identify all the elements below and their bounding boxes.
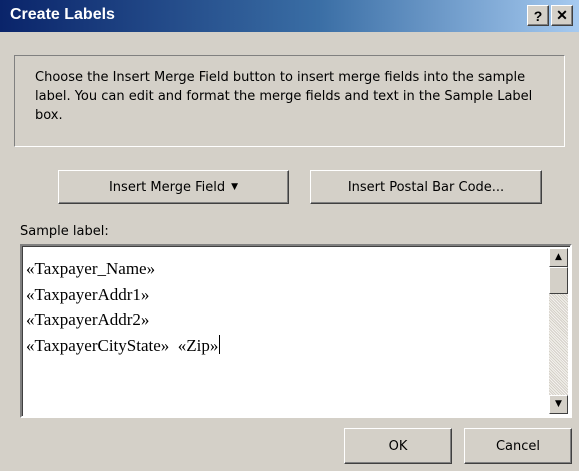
scroll-down-button[interactable]: ▼ xyxy=(549,395,568,414)
vertical-scrollbar[interactable]: ▲ ▼ xyxy=(549,248,568,414)
scroll-up-button[interactable]: ▲ xyxy=(549,248,568,267)
instructions-panel: Choose the Insert Merge Field button to … xyxy=(14,55,565,147)
help-icon: ? xyxy=(533,7,543,24)
sample-label-line: «Taxpayer_Name» xyxy=(26,259,156,278)
scroll-thumb[interactable] xyxy=(549,267,568,294)
window-title: Create Labels xyxy=(10,6,115,23)
sample-label-textbox[interactable]: «Taxpayer_Name» «TaxpayerAddr1» «Taxpaye… xyxy=(20,244,572,418)
insert-postal-bar-code-label: Insert Postal Bar Code... xyxy=(347,179,505,195)
sample-label-line: «TaxpayerAddr2» xyxy=(26,310,150,329)
insert-merge-field-button[interactable]: Insert Merge Field ▼ xyxy=(58,170,289,204)
title-bar[interactable]: Create Labels ? ✕ xyxy=(0,0,579,32)
sample-label-line-last: «TaxpayerCityState» «Zip» xyxy=(26,333,221,359)
sample-label-content: «Taxpayer_Name» «TaxpayerAddr1» «Taxpaye… xyxy=(26,256,221,359)
insert-postal-bar-code-button[interactable]: Insert Postal Bar Code... xyxy=(310,170,542,204)
sample-label-line: «TaxpayerAddr1» xyxy=(26,284,150,304)
cancel-label: Cancel xyxy=(495,438,541,454)
close-icon: ✕ xyxy=(556,7,568,23)
ok-label: OK xyxy=(388,438,408,454)
cancel-button[interactable]: Cancel xyxy=(464,428,572,464)
help-button[interactable]: ? xyxy=(527,5,549,26)
sample-label-caption: Sample label: xyxy=(20,224,109,239)
insert-merge-field-label: Insert Merge Field xyxy=(108,179,226,195)
close-button[interactable]: ✕ xyxy=(551,5,573,26)
sample-label-line: «TaxpayerCityState» «Zip» xyxy=(26,335,219,355)
text-cursor xyxy=(219,334,221,354)
ok-button[interactable]: OK xyxy=(344,428,452,464)
arrow-up-icon: ▲ xyxy=(555,252,562,262)
dropdown-arrow-icon: ▼ xyxy=(231,182,239,192)
instructions-text: Choose the Insert Merge Field button to … xyxy=(35,70,533,123)
arrow-down-icon: ▼ xyxy=(555,399,562,409)
